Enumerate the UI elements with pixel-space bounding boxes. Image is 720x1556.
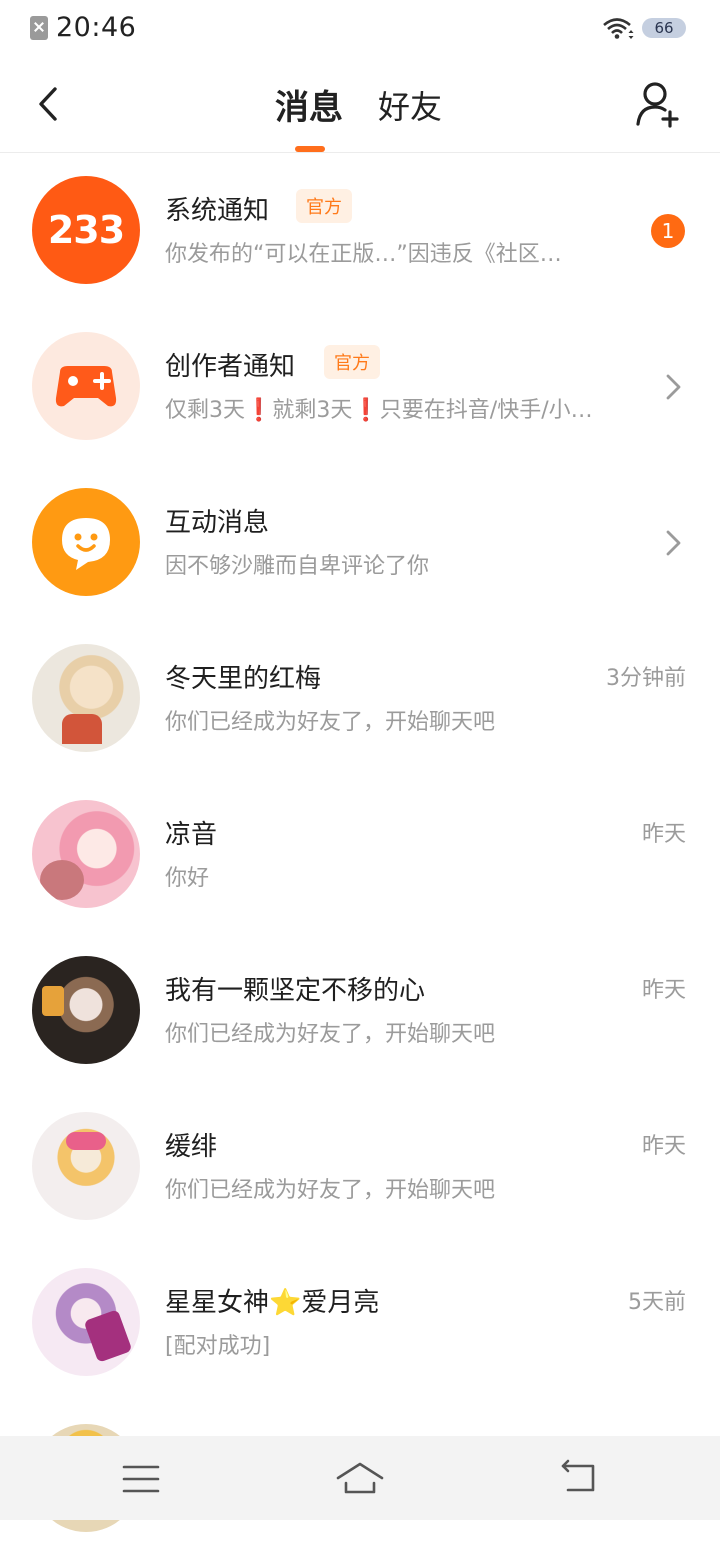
conversation-preview: [配对成功]: [165, 1334, 271, 1359]
avatar-illustration: [66, 1132, 106, 1150]
conversation-row-creator[interactable]: 创作者通知 官方 仅剩3天❗就剩3天❗只要在抖音/快手/小…: [0, 308, 720, 464]
tab-bar: 消息 好友: [0, 58, 720, 152]
conversation-name: 我有一颗坚定不移的心: [165, 976, 426, 1006]
wifi-icon: [603, 18, 634, 39]
menu-icon[interactable]: [116, 1454, 166, 1504]
conversation-name: 凉音: [165, 820, 218, 850]
back-nav-icon[interactable]: [554, 1454, 604, 1504]
avatar: [32, 1112, 140, 1220]
official-badge: 官方: [296, 189, 352, 223]
conversation-row[interactable]: 星星女神⭐爱月亮 5天前 [配对成功]: [0, 1244, 720, 1400]
conversation-time: 昨天: [641, 978, 686, 1003]
conversation-row[interactable]: 冬天里的红梅 3分钟前 你们已经成为好友了，开始聊天吧: [0, 620, 720, 776]
conversation-row[interactable]: 缓绯 昨天 你们已经成为好友了，开始聊天吧: [0, 1088, 720, 1244]
conversation-name: 冬天里的红梅: [165, 664, 322, 694]
conversation-preview: 仅剩3天❗就剩3天❗只要在抖音/快手/小…: [165, 398, 593, 423]
avatar: [32, 956, 140, 1064]
conversation-preview: 你们已经成为好友了，开始聊天吧: [165, 710, 496, 735]
unread-count-badge: 1: [651, 214, 685, 248]
home-icon[interactable]: [335, 1454, 385, 1504]
conversation-preview: 你好: [165, 866, 210, 891]
conversation-preview: 你发布的“可以在正版…”因违反《社区…: [165, 242, 562, 267]
status-time: 20:46: [56, 12, 137, 43]
conversation-name: 缓绯: [165, 1132, 218, 1162]
official-badge: 官方: [324, 345, 380, 379]
conversation-name: 创作者通知: [165, 352, 296, 382]
conversation-name: 系统通知: [165, 196, 270, 226]
add-friend-button[interactable]: [634, 80, 682, 128]
no-sim-icon: [30, 15, 48, 40]
header: 消息 好友: [0, 58, 720, 153]
conversation-time: 昨天: [641, 1134, 686, 1159]
status-right: 66: [602, 16, 686, 40]
tab-friends[interactable]: 好友: [378, 82, 442, 128]
avatar-illustration: [40, 860, 84, 900]
status-left: 20:46: [30, 12, 136, 43]
avatar: [32, 488, 140, 596]
avatar: 233: [32, 176, 140, 284]
avatar-logo-text: 233: [47, 208, 125, 252]
conversation-row[interactable]: 凉音 昨天 你好: [0, 776, 720, 932]
chevron-right-icon: [666, 530, 681, 556]
status-bar: 20:46 66: [0, 0, 720, 58]
avatar-illustration: [42, 986, 64, 1016]
chat-bubble-icon: [62, 518, 110, 570]
gamepad-icon: [55, 366, 117, 407]
conversation-row-interactions[interactable]: 互动消息 因不够沙雕而自卑评论了你: [0, 464, 720, 620]
conversation-time: 3分钟前: [606, 666, 686, 691]
avatar: [32, 644, 140, 752]
conversation-row-system[interactable]: 233 系统通知 官方 你发布的“可以在正版…”因违反《社区… 1: [0, 152, 720, 308]
conversation-name: 互动消息: [165, 508, 270, 538]
avatar-illustration: [62, 714, 102, 744]
conversation-preview: 你们已经成为好友了，开始聊天吧: [165, 1022, 496, 1047]
tab-messages[interactable]: 消息: [275, 80, 343, 129]
avatar-illustration: [83, 1309, 133, 1363]
conversation-preview: 你们已经成为好友了，开始聊天吧: [165, 1178, 496, 1203]
conversation-time: 昨天: [641, 822, 686, 847]
avatar: [32, 332, 140, 440]
conversation-row[interactable]: 我有一颗坚定不移的心 昨天 你们已经成为好友了，开始聊天吧: [0, 932, 720, 1088]
chevron-right-icon: [666, 374, 681, 400]
conversation-time: 5天前: [628, 1290, 686, 1315]
battery-indicator: 66: [642, 18, 686, 38]
system-nav-bar: [0, 1436, 720, 1520]
avatar: [32, 800, 140, 908]
conversation-name: 星星女神⭐爱月亮: [165, 1288, 380, 1318]
conversation-preview: 因不够沙雕而自卑评论了你: [165, 554, 430, 579]
avatar: [32, 1268, 140, 1376]
